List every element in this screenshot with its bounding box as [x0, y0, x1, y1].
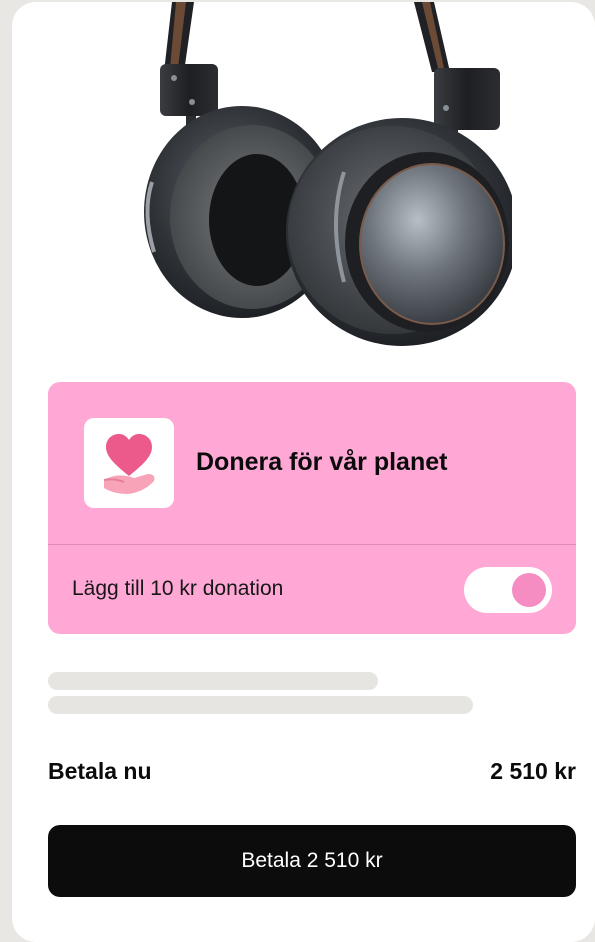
- checkout-card: Donera för vår planet Lägg till 10 kr do…: [12, 2, 595, 942]
- donation-title: Donera för vår planet: [196, 448, 448, 476]
- donation-toggle[interactable]: [464, 567, 552, 613]
- pay-button[interactable]: Betala 2 510 kr: [48, 825, 576, 897]
- loading-placeholder-line: [48, 672, 378, 690]
- donation-header: Donera för vår planet: [48, 382, 576, 544]
- heart-in-hand-icon: [84, 418, 174, 508]
- loading-placeholder-line: [48, 696, 473, 714]
- donation-card: Donera för vår planet Lägg till 10 kr do…: [48, 382, 576, 634]
- headphones-image: [132, 2, 518, 352]
- donation-toggle-row[interactable]: Lägg till 10 kr donation: [48, 545, 576, 634]
- total-label: Betala nu: [48, 758, 152, 784]
- toggle-knob: [512, 573, 546, 607]
- donation-toggle-label: Lägg till 10 kr donation: [72, 577, 284, 600]
- total-amount: 2 510 kr: [490, 758, 576, 784]
